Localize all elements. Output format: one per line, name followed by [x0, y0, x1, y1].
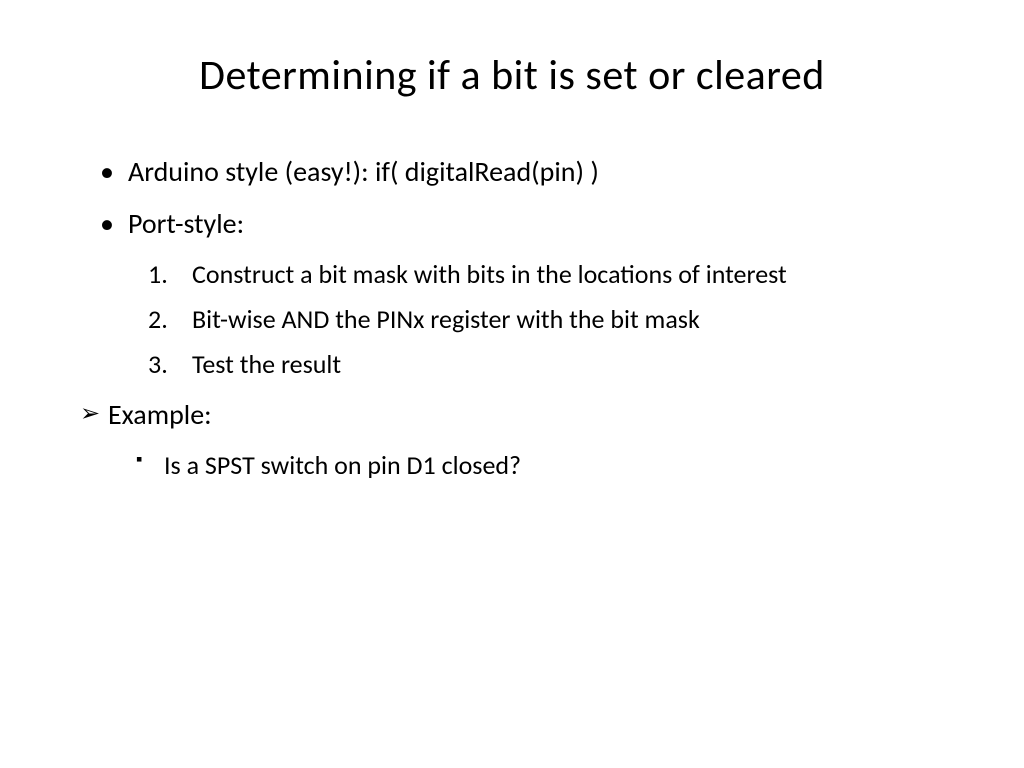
- square-item: Is a SPST switch on pin D1 closed?: [136, 446, 944, 485]
- bullet-item: Port-style: Construct a bit mask with bi…: [100, 203, 944, 384]
- numbered-text: Construct a bit mask with bits in the lo…: [192, 258, 787, 290]
- slide-content: Arduino style (easy!): if( digitalRead(p…: [80, 151, 944, 485]
- slide-title: Determining if a bit is set or cleared: [80, 50, 944, 101]
- bullet-list: Arduino style (easy!): if( digitalRead(p…: [80, 151, 944, 384]
- bullet-text: Arduino style (easy!): if( digitalRead(p…: [128, 154, 599, 189]
- arrow-text: Example:: [108, 397, 212, 432]
- arrow-item: Example: Is a SPST switch on pin D1 clos…: [80, 394, 944, 485]
- numbered-item: Construct a bit mask with bits in the lo…: [148, 255, 944, 294]
- arrow-list: Example: Is a SPST switch on pin D1 clos…: [80, 394, 944, 485]
- numbered-text: Test the result: [192, 348, 341, 380]
- square-text: Is a SPST switch on pin D1 closed?: [164, 449, 521, 481]
- numbered-item: Bit-wise AND the PINx register with the …: [148, 300, 944, 339]
- numbered-text: Bit-wise AND the PINx register with the …: [192, 303, 700, 335]
- bullet-item: Arduino style (easy!): if( digitalRead(p…: [100, 151, 944, 193]
- square-list: Is a SPST switch on pin D1 closed?: [108, 446, 944, 485]
- numbered-list: Construct a bit mask with bits in the lo…: [128, 255, 944, 384]
- bullet-text: Port-style:: [128, 206, 244, 241]
- numbered-item: Test the result: [148, 345, 944, 384]
